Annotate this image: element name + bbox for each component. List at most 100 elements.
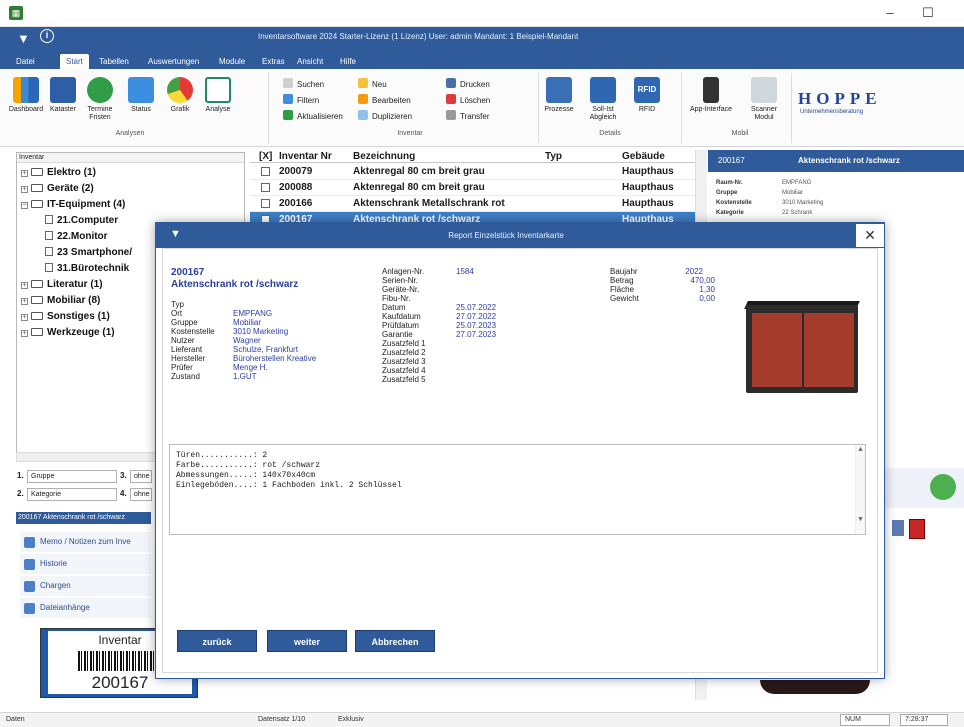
expand-icon[interactable]: + [21,282,28,289]
tree-item-computer[interactable]: 21.Computer [45,215,118,226]
tab-module[interactable]: Module [213,54,251,69]
tree-item-geraete[interactable]: + Geräte (2) [21,183,94,194]
edit-icon [358,94,368,104]
kataster-button[interactable]: Kataster [46,77,80,114]
soll-ist-button[interactable]: Soll-Ist Abgleich [583,77,623,122]
prozesse-button[interactable]: Prozesse [543,77,575,114]
filter-2-select[interactable]: Kategorie [27,488,117,501]
field-value: 27.07.2023 [456,330,497,339]
table-row[interactable]: 200166 Aktenschrank Metallschrank rot Ha… [250,196,705,212]
tab-extras[interactable]: Extras [256,54,291,69]
suchen-button[interactable]: Suchen [283,78,324,89]
expand-icon[interactable]: + [21,330,28,337]
cell-inventar-nr: 200088 [279,182,313,193]
col-header-typ[interactable]: Typ [545,151,562,162]
bearbeiten-button[interactable]: Bearbeiten [358,94,411,105]
expand-icon[interactable]: + [21,170,28,177]
tab-auswertungen[interactable]: Auswertungen [142,54,205,69]
col-header-bezeichnung[interactable]: Bezeichnung [353,151,415,162]
drucken-label: Drucken [460,80,490,89]
tree-item-literatur[interactable]: + Literatur (1) [21,279,103,290]
filtern-button[interactable]: Filtern [283,94,319,105]
tab-start[interactable]: Start [60,54,89,69]
field-label: Kaufdatum [382,312,421,321]
filter-3-select[interactable]: ohne [130,470,152,483]
expand-icon[interactable]: + [21,314,28,321]
tree-item-monitor[interactable]: 22.Monitor [45,231,108,242]
aktualisieren-label: Aktualisieren [297,112,343,121]
field-label: Betrag [610,276,634,285]
dialog-title: Report Einzelstück Inventarkarte [448,231,564,240]
loeschen-button[interactable]: Löschen [446,94,490,105]
row-checkbox[interactable] [261,167,270,176]
quick-menu-icon[interactable]: ▼ [17,31,30,46]
folder-icon [31,296,43,304]
attachments-link[interactable]: Dateianhänge [20,598,151,618]
status-datensatz: Datensatz 1/10 [258,716,306,723]
termine-button[interactable]: Termine Fristen [80,77,120,122]
report-card: 200167 Aktenschrank rot /schwarz Typ Ort… [162,248,878,673]
history-link[interactable]: Historie [20,554,151,574]
drucken-button[interactable]: Drucken [446,78,490,89]
tree-item-it-equipment[interactable]: − IT-Equipment (4) [21,199,125,210]
memo-notes-link[interactable]: Memo / Notizen zum Inve [20,532,151,552]
suchen-label: Suchen [297,80,325,89]
tree-item-label: Elektro (1) [47,167,96,178]
tab-hilfe[interactable]: Hilfe [334,54,362,69]
aktualisieren-button[interactable]: Aktualisieren [283,110,343,121]
tree-item-buerotechnik[interactable]: 31.Bürotechnik [45,263,129,274]
analyse-button[interactable]: Analyse [200,77,236,114]
field-label: Zusatzfeld 1 [382,339,426,348]
pdf-icon[interactable] [909,519,925,539]
tab-datei[interactable]: Datei [10,54,41,69]
scanner-button[interactable]: Scanner Modul [742,77,786,122]
expand-icon[interactable]: + [21,298,28,305]
table-row[interactable]: 200079 Aktenregal 80 cm breit grau Haupt… [250,164,705,180]
tree-item-label: Mobiliar (8) [47,295,101,306]
neu-button[interactable]: Neu [358,78,387,89]
back-button[interactable]: zurück [177,630,257,652]
dashboard-button[interactable]: Dashboard [8,77,44,114]
memo-scrollbar[interactable]: ▲ ▼ [855,445,865,534]
col-header-gebaeude[interactable]: Gebäude [622,151,665,162]
tree-item-smartphone[interactable]: 23 Smartphone/ [45,247,132,258]
app-title: Inventarsoftware 2024 Starter-Lizenz (1 … [258,32,579,41]
next-button[interactable]: weiter [267,630,347,652]
app-interface-button[interactable]: App-Interface [688,77,734,114]
edit-doc-icon[interactable] [892,520,904,536]
tree-item-mobiliar[interactable]: + Mobiliar (8) [21,295,100,306]
detail-value: EMPFANG [782,180,812,186]
collapse-icon[interactable]: − [21,202,28,209]
tree-item-werkzeuge[interactable]: + Werkzeuge (1) [21,327,115,338]
filter-4-select[interactable]: ohne [130,488,152,501]
neu-label: Neu [372,80,387,89]
tab-ansicht[interactable]: Ansicht [291,54,329,69]
close-button[interactable]: ✕ [856,224,884,247]
expand-icon[interactable]: + [21,186,28,193]
row-checkbox[interactable] [261,199,270,208]
minimize-button[interactable]: – [876,3,904,23]
rfid-button[interactable]: RFID RFID [631,77,663,114]
add-circle-icon[interactable] [930,474,956,500]
col-header-inventar-nr[interactable]: Inventar Nr [279,151,332,162]
filter-1-select[interactable]: Gruppe [27,470,117,483]
tree-item-elektro[interactable]: + Elektro (1) [21,167,96,178]
memo-icon [24,537,35,548]
grafik-button[interactable]: Grafik [162,77,198,114]
field-label: Baujahr [610,267,638,276]
status-button[interactable]: Status [122,77,160,114]
duplizieren-button[interactable]: Duplizieren [358,110,412,121]
row-checkbox[interactable] [261,183,270,192]
cancel-button[interactable]: Abbrechen [355,630,435,652]
maximize-button[interactable]: ☐ [914,3,942,23]
info-icon[interactable]: i [40,29,54,43]
batches-link[interactable]: Chargen [20,576,151,596]
dialog-header: ▼ Report Einzelstück Inventarkarte ✕ [156,223,884,248]
table-row[interactable]: 200088 Aktenregal 80 cm breit grau Haupt… [250,180,705,196]
tab-tabellen[interactable]: Tabellen [93,54,135,69]
col-header-select[interactable]: [X] [259,151,272,162]
tree-item-sonstiges[interactable]: + Sonstiges (1) [21,311,110,322]
transfer-button[interactable]: Transfer [446,110,490,121]
memo-textarea[interactable]: Türen...........: 2 Farbe...........: ro… [169,444,866,535]
field-label: Prüfdatum [382,321,419,330]
